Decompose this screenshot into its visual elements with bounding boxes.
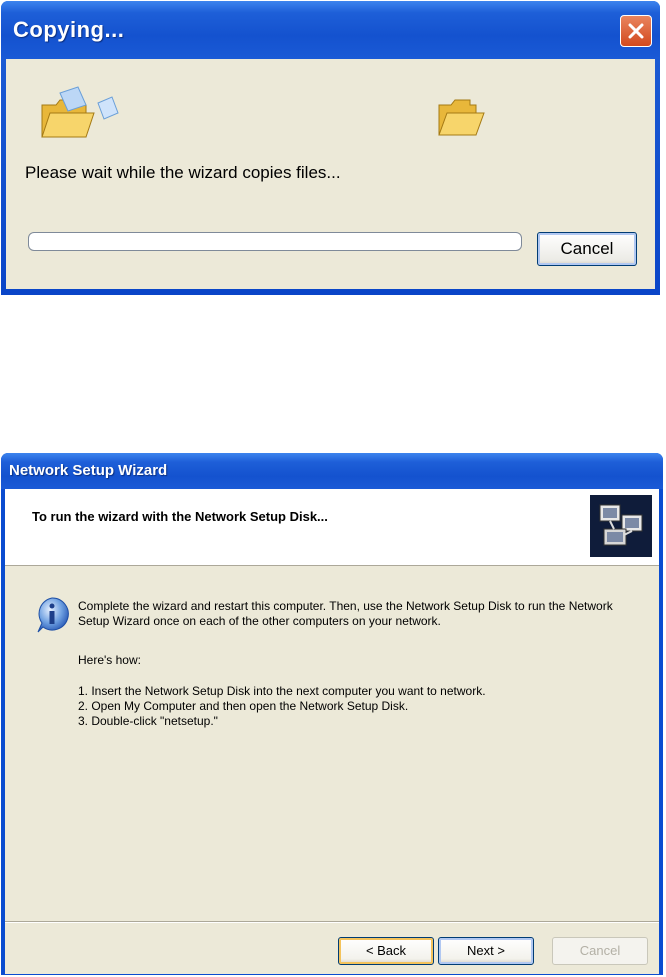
steps-list: 1. Insert the Network Setup Disk into th… <box>78 684 486 729</box>
step-item: 1. Insert the Network Setup Disk into th… <box>78 684 486 698</box>
copy-progress-bar <box>28 232 522 251</box>
wizard-header: To run the wizard with the Network Setup… <box>5 489 659 566</box>
footer-divider <box>5 921 659 923</box>
next-button[interactable]: Next > <box>438 937 534 965</box>
back-button[interactable]: < Back <box>338 937 434 965</box>
close-icon <box>628 23 644 39</box>
copying-title: Copying... <box>13 17 125 42</box>
cancel-copy-button[interactable]: Cancel <box>537 232 637 266</box>
next-label: Next > <box>467 943 505 958</box>
destination-folder-icon <box>438 99 485 136</box>
flying-document-folder-icon <box>41 86 119 138</box>
wizard-heading: To run the wizard with the Network Setup… <box>32 509 328 524</box>
wizard-intro: Complete the wizard and restart this com… <box>78 599 613 628</box>
step-item: 3. Double-click "netsetup." <box>78 714 218 728</box>
network-setup-wizard: Network Setup Wizard To run the wizard w… <box>1 453 663 975</box>
info-icon <box>37 597 69 633</box>
network-computers-icon <box>590 495 652 557</box>
cancel-wizard-button[interactable]: Cancel <box>552 937 648 965</box>
cancel-label: Cancel <box>579 943 621 958</box>
wizard-content: Complete the wizard and restart this com… <box>5 566 659 974</box>
back-label: < Back <box>365 943 407 958</box>
copying-dialog: Copying... Please wait while the wizard … <box>1 1 660 295</box>
step-item: 2. Open My Computer and then open the Ne… <box>78 699 409 713</box>
wizard-title-bar[interactable]: Network Setup Wizard <box>1 453 663 489</box>
copying-title-bar[interactable]: Copying... <box>1 1 660 59</box>
wizard-title: Network Setup Wizard <box>9 462 168 479</box>
close-button[interactable] <box>620 15 652 47</box>
copying-message: Please wait while the wizard copies file… <box>25 163 341 182</box>
how-label: Here's how: <box>78 653 141 667</box>
copying-body: Please wait while the wizard copies file… <box>6 59 655 289</box>
